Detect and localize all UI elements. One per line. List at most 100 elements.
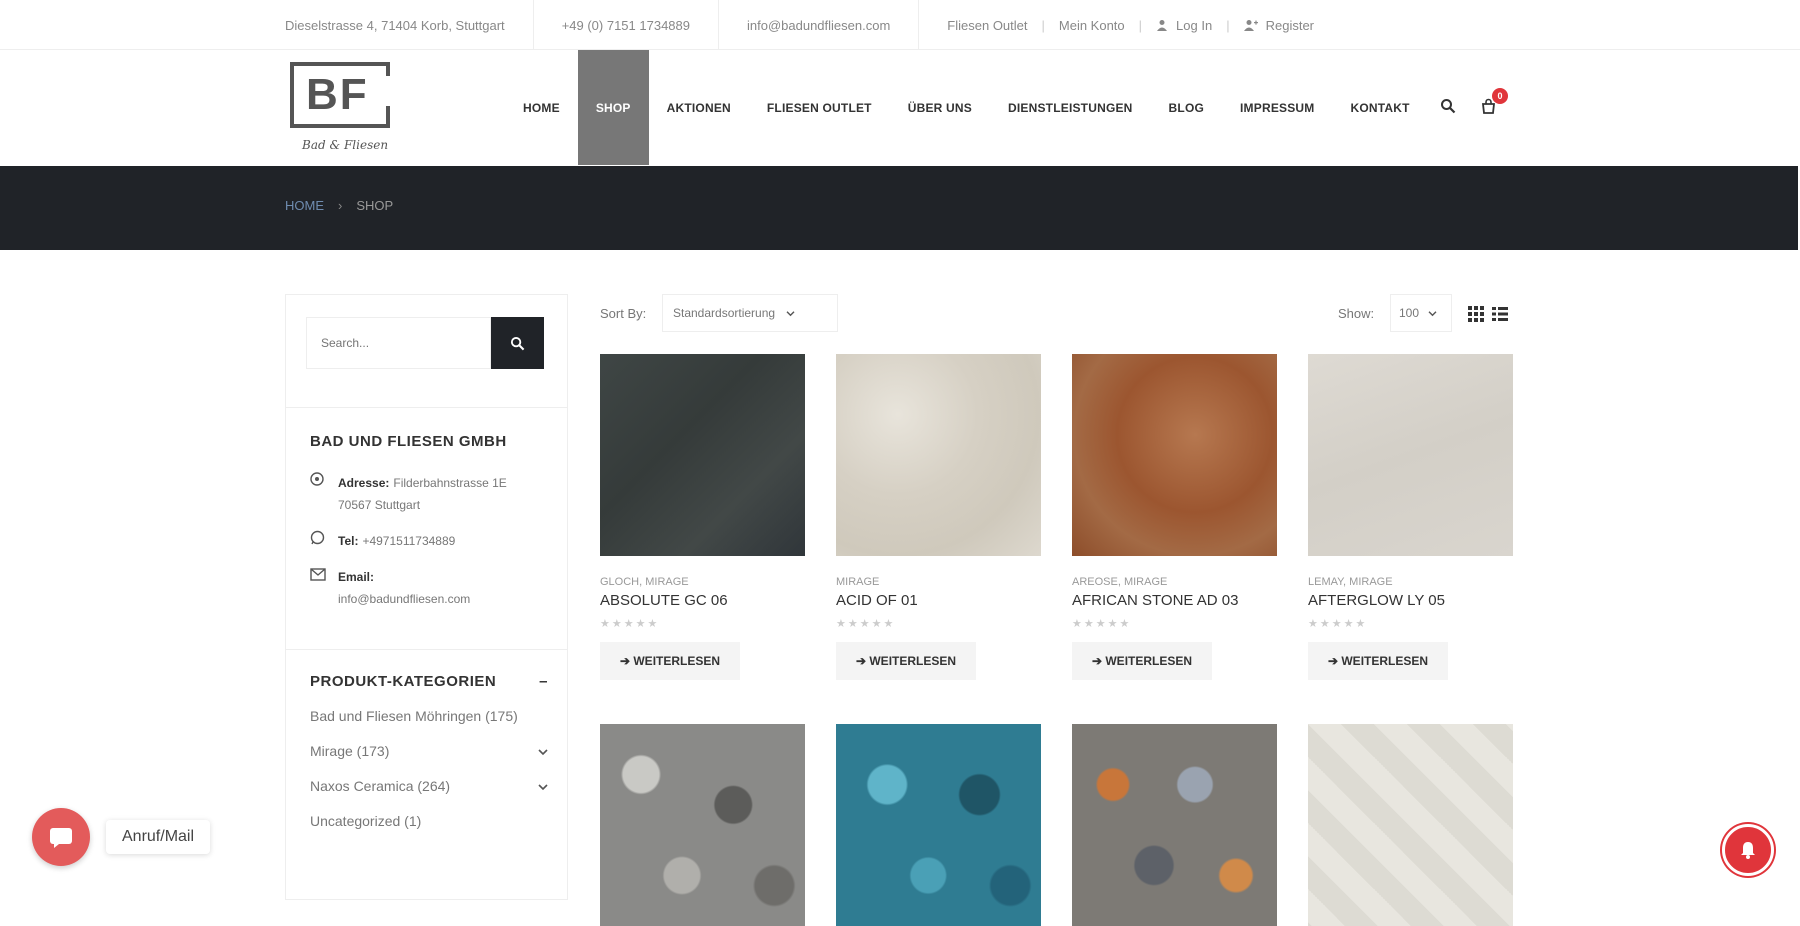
top-bar: Dieselstrasse 4, 71404 Korb, Stuttgart +… <box>0 0 1800 50</box>
shop-toolbar: Sort By: Standardsortierung Show: 100 <box>600 294 1510 334</box>
contact-fab-label[interactable]: Anruf/Mail <box>106 820 211 854</box>
product-image[interactable] <box>836 354 1041 556</box>
rating-stars: ★★★★★ <box>1072 618 1132 630</box>
nav-home[interactable]: HOME <box>505 50 578 165</box>
product-category[interactable]: LEMAY, MIRAGE <box>1308 576 1513 588</box>
register-link[interactable]: Register <box>1243 17 1315 33</box>
nav-fliesen-outlet[interactable]: FLIESEN OUTLET <box>749 50 890 165</box>
login-link[interactable]: Log In <box>1156 18 1212 33</box>
phone-text[interactable]: Tel: +4971511734889 <box>338 530 455 552</box>
read-more-button[interactable]: ➔ WEITERLESEN <box>600 642 740 680</box>
product-card: LEMAY, MIRAGE AFTERGLOW LY 05 ★★★★★ ➔ WE… <box>1308 354 1513 680</box>
divider: | <box>1226 17 1230 33</box>
product-card <box>1308 724 1513 926</box>
product-card <box>600 724 805 926</box>
breadcrumb-home[interactable]: HOME <box>285 198 324 213</box>
product-image[interactable] <box>1308 354 1513 556</box>
tel-label: Tel: <box>338 534 359 548</box>
show-select[interactable]: 100 <box>1390 294 1452 332</box>
topbar-phone[interactable]: +49 (0) 7151 1734889 <box>562 18 690 33</box>
whatsapp-icon <box>310 530 338 552</box>
company-address: Adresse: Filderbahnstrasse 1E 70567 Stuttg… <box>310 472 550 516</box>
list-view-icon[interactable] <box>1492 306 1508 322</box>
header-search-button[interactable] <box>1440 98 1460 118</box>
category-item[interactable]: Bad und Fliesen Möhringen (175) <box>310 708 548 743</box>
email-text[interactable]: Email: info@badundfliesen.com <box>338 566 470 610</box>
product-image[interactable] <box>1072 354 1277 556</box>
nav-shop[interactable]: SHOP <box>577 50 649 165</box>
topbar-link-account[interactable]: Mein Konto <box>1059 18 1125 33</box>
breadcrumb-separator: › <box>338 198 343 213</box>
product-card: GLOCH, MIRAGE ABSOLUTE GC 06 ★★★★★ ➔ WEI… <box>600 354 805 680</box>
nav-impressum[interactable]: IMPRESSUM <box>1222 50 1332 165</box>
logo-mark: BF <box>306 70 369 119</box>
read-more-button[interactable]: ➔ WEITERLESEN <box>1308 642 1448 680</box>
nav-blog[interactable]: BLOG <box>1151 50 1222 165</box>
search-icon <box>1441 98 1456 113</box>
product-name[interactable]: ACID OF 01 <box>836 592 1041 609</box>
chevron-down-icon <box>1428 311 1437 317</box>
categories-header[interactable]: PRODUKT-KATEGORIEN – <box>310 673 548 690</box>
address-line1: Filderbahnstrasse 1E <box>393 476 507 490</box>
rating-stars: ★★★★★ <box>836 618 896 630</box>
product-name[interactable]: AFTERGLOW LY 05 <box>1308 592 1513 609</box>
read-more-button[interactable]: ➔ WEITERLESEN <box>1072 642 1212 680</box>
divider <box>532 0 534 50</box>
category-item[interactable]: Naxos Ceramica (264) <box>310 778 548 813</box>
sidebar-search-input[interactable] <box>306 317 491 369</box>
product-name[interactable]: AFRICAN STONE AD 03 <box>1072 592 1277 609</box>
logo-script: Bad & Fliesen <box>302 138 389 152</box>
product-image[interactable] <box>600 724 805 926</box>
product-category[interactable]: GLOCH, MIRAGE <box>600 576 805 588</box>
divider <box>718 0 719 50</box>
product-category[interactable]: MIRAGE <box>836 576 1041 588</box>
category-item[interactable]: Mirage (173) <box>310 743 548 778</box>
product-category[interactable]: AREOSE, MIRAGE <box>1072 576 1277 588</box>
sidebar-search <box>306 317 544 369</box>
product-card: MIRAGE ACID OF 01 ★★★★★ ➔ WEITERLESEN <box>836 354 1041 680</box>
show-value: 100 <box>1399 306 1420 320</box>
categories-title: PRODUKT-KATEGORIEN <box>310 673 497 690</box>
cart-count-badge: 0 <box>1492 87 1508 104</box>
sidebar: BAD UND FLIESEN GMBH Adresse:Filderbahns… <box>285 294 568 900</box>
product-name[interactable]: ABSOLUTE GC 06 <box>600 592 805 609</box>
product-image[interactable] <box>1308 724 1513 926</box>
divider: | <box>1138 17 1143 33</box>
nav-ueber-uns[interactable]: ÜBER UNS <box>890 50 990 165</box>
read-more-button[interactable]: ➔ WEITERLESEN <box>836 642 976 680</box>
notification-bell-button[interactable] <box>1722 824 1774 876</box>
chevron-down-icon[interactable] <box>538 743 548 778</box>
grid-view-icon[interactable] <box>1468 306 1484 322</box>
sidebar-search-button[interactable] <box>491 317 544 369</box>
nav-aktionen[interactable]: AKTIONEN <box>649 50 749 165</box>
topbar-email[interactable]: info@badundfliesen.com <box>747 18 890 33</box>
product-image[interactable] <box>1072 724 1277 926</box>
product-categories: PRODUKT-KATEGORIEN – Bad und Fliesen Möhr… <box>310 673 548 848</box>
email-label: Email: <box>338 570 375 584</box>
arrow-right-icon: ➔ <box>1091 654 1106 668</box>
topbar-link-outlet[interactable]: Fliesen Outlet <box>947 18 1027 33</box>
tel-value: +4971511734889 <box>362 534 456 548</box>
nav-kontakt[interactable]: KONTAKT <box>1333 50 1428 165</box>
sort-select[interactable]: Standardsortierung <box>662 294 838 332</box>
nav-dienstleistungen[interactable]: DIENSTLEISTUNGEN <box>990 50 1151 165</box>
register-label: Register <box>1265 17 1315 33</box>
product-image[interactable] <box>836 724 1041 926</box>
cart-button[interactable]: 0 <box>1480 87 1508 118</box>
sort-label: Sort By: <box>600 306 647 321</box>
chevron-down-icon[interactable] <box>538 778 548 813</box>
category-item[interactable]: Uncategorized (1) <box>310 813 548 848</box>
map-pin-icon <box>310 472 338 516</box>
divider <box>918 0 920 50</box>
product-image[interactable] <box>600 354 805 556</box>
topbar-address: Dieselstrasse 4, 71404 Korb, Stuttgart <box>285 17 505 33</box>
arrow-right-icon: ➔ <box>619 654 634 668</box>
register-icon <box>1243 20 1258 31</box>
site-logo[interactable]: BF Bad & Fliesen <box>290 62 390 154</box>
breadcrumb: HOME › SHOP <box>285 198 393 213</box>
rating-stars: ★★★★★ <box>600 618 660 630</box>
user-icon <box>1157 20 1168 31</box>
product-card <box>836 724 1041 926</box>
sort-value: Standardsortierung <box>673 306 776 320</box>
contact-fab-button[interactable] <box>32 808 90 866</box>
